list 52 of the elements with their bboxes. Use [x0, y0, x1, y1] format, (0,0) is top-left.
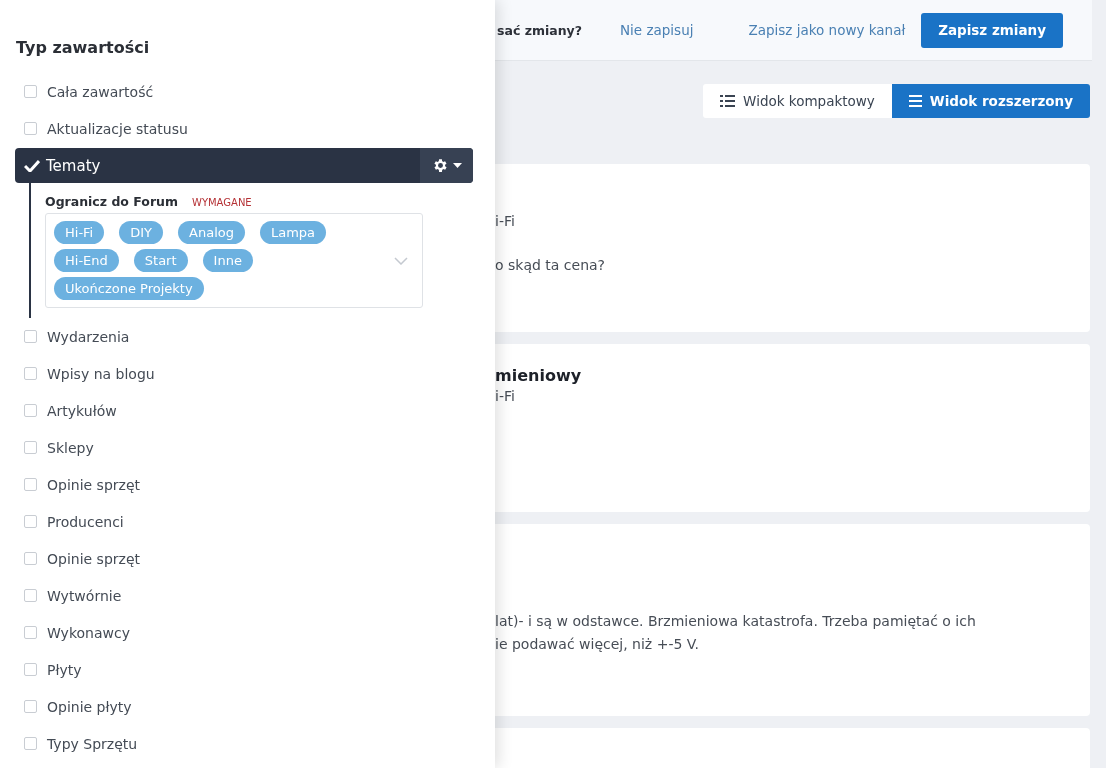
content-type-label[interactable]: Wpisy na blogu	[47, 365, 155, 382]
view-toggle-button[interactable]: Widok kompaktowy	[703, 84, 892, 118]
selected-content-type[interactable]: Tematy	[15, 148, 473, 183]
list-icon	[720, 95, 736, 107]
card-meta: i-Fi	[495, 212, 516, 231]
panel-title: Typ zawartości	[16, 38, 151, 57]
content-type-label[interactable]: Producenci	[47, 513, 124, 530]
content-type-label[interactable]: Wykonawcy	[47, 624, 130, 641]
content-type-label[interactable]: Opinie sprzęt	[47, 476, 140, 493]
checkbox[interactable]	[24, 589, 37, 602]
checkbox[interactable]	[24, 122, 37, 135]
card-meta: i-Fi	[495, 387, 516, 406]
required-label: WYMAGANE	[192, 197, 252, 208]
checkbox[interactable]	[24, 330, 37, 343]
content-type-label[interactable]: Wydarzenia	[47, 328, 130, 345]
discard-link[interactable]: Nie zapisuj	[619, 22, 694, 38]
content-type-label[interactable]: Opinie płyty	[47, 698, 132, 715]
card-title: mieniowy	[495, 366, 583, 385]
filter-label: Ogranicz do Forum	[45, 194, 178, 209]
content-type-label[interactable]: Typy Sprzętu	[47, 735, 138, 752]
view-toggle-button[interactable]: Widok rozszerzony	[891, 84, 1090, 118]
checkbox[interactable]	[24, 737, 37, 750]
content-type-label[interactable]: Opinie sprzęt	[47, 550, 140, 567]
caret-icon	[453, 163, 462, 168]
content-type-label[interactable]: Wytwórnie	[47, 587, 122, 604]
settings-icon	[432, 157, 449, 174]
check-icon	[24, 159, 40, 172]
content-type-label: Tematy	[46, 156, 101, 175]
menu-icon	[908, 95, 922, 107]
checkbox[interactable]	[24, 626, 37, 639]
card-text: ie podawać więcej, niż +-5 V.	[495, 635, 701, 654]
card-text: lat)- i są w odstawce. Brzmieniowa katastrofa. Trzeba pamiętać o ich	[495, 612, 977, 631]
content-type-label[interactable]: Cała zawartość	[47, 83, 154, 100]
save-button[interactable]: Zapisz zmiany	[921, 12, 1063, 48]
content-type-label[interactable]: Sklepy	[47, 439, 94, 456]
checkbox[interactable]	[24, 700, 37, 713]
content-type-label[interactable]: Aktualizacje statusu	[47, 120, 188, 137]
checkbox[interactable]	[24, 441, 37, 454]
card-text: o skąd ta cena?	[495, 256, 607, 275]
content-type-label[interactable]: Artykułów	[47, 402, 117, 419]
checkbox[interactable]	[24, 478, 37, 491]
checkbox[interactable]	[24, 515, 37, 528]
checkbox[interactable]	[24, 552, 37, 565]
settings-button[interactable]	[420, 148, 473, 183]
save-question: sać zmiany?	[497, 22, 582, 38]
chevron-down-icon	[394, 256, 408, 265]
checkbox[interactable]	[24, 663, 37, 676]
checkbox[interactable]	[24, 85, 37, 98]
checkbox[interactable]	[24, 367, 37, 380]
content-type-label[interactable]: Płyty	[47, 661, 82, 678]
save-as-new-link[interactable]: Zapisz jako nowy kanał	[748, 22, 906, 38]
checkbox[interactable]	[24, 404, 37, 417]
